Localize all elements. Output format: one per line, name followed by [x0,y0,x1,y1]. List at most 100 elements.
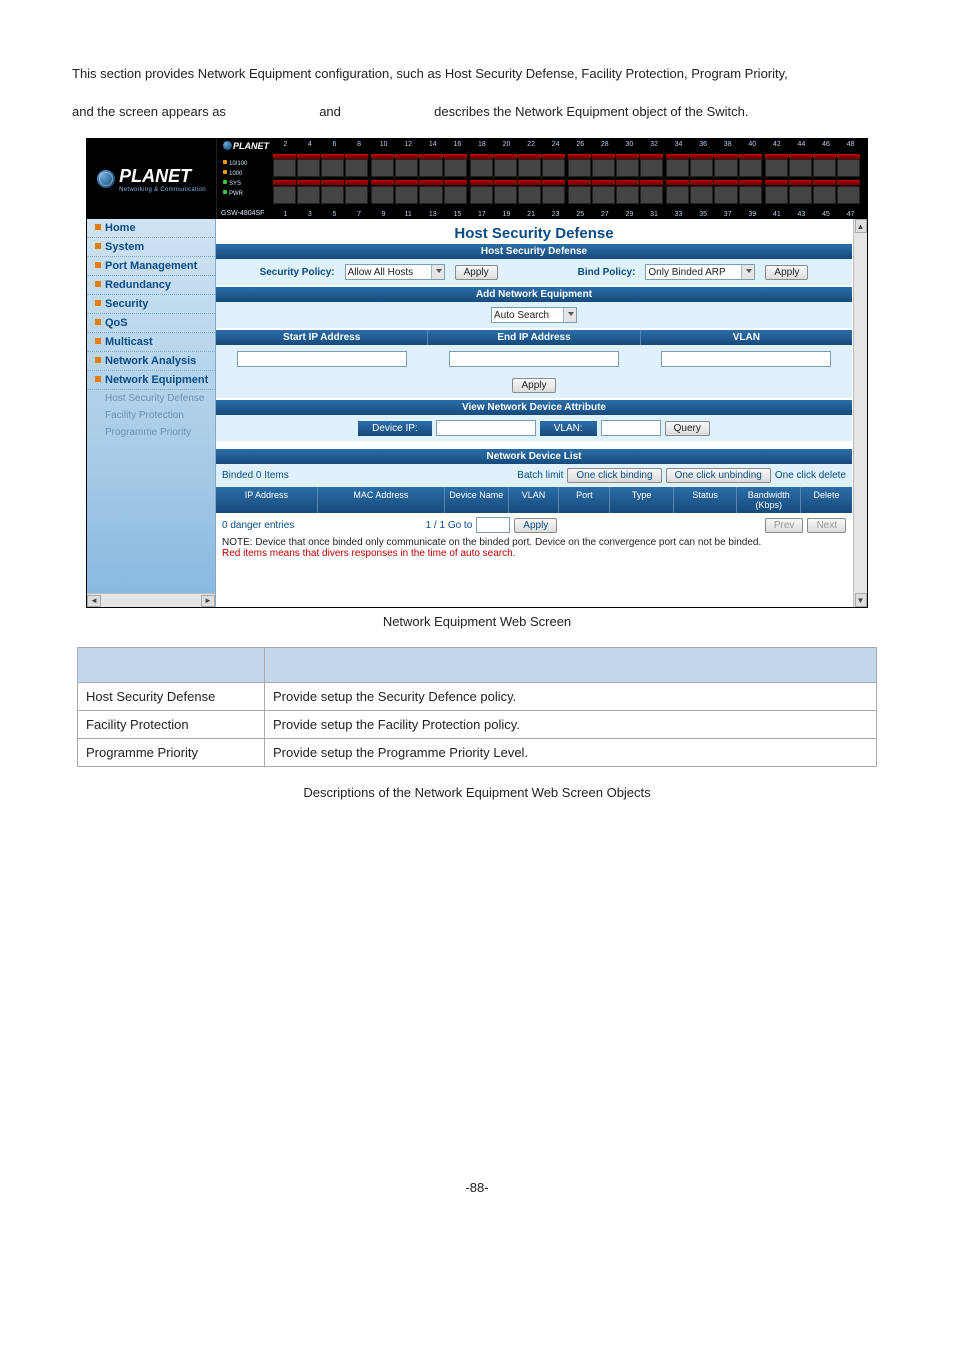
sidebar-item[interactable]: Network Equipment [87,371,215,390]
port-jack[interactable] [765,153,788,178]
port-jack[interactable] [666,153,689,178]
port-jack[interactable] [470,180,493,205]
sidebar-item[interactable]: Port Management [87,257,215,276]
start-ip-input[interactable] [237,351,407,367]
port-jack[interactable] [321,153,344,178]
apply-button[interactable]: Apply [514,518,557,533]
port-jack[interactable] [371,153,394,178]
port-jack[interactable] [444,153,467,178]
sidebar-item[interactable]: System [87,238,215,257]
port-jack[interactable] [666,180,689,205]
port-jack[interactable] [494,153,517,178]
sidebar-item[interactable]: Multicast [87,333,215,352]
port-jack[interactable] [837,153,860,178]
port-jack[interactable] [419,180,442,205]
note-line-1: NOTE: Device that once binded only commu… [216,537,852,548]
port-jack[interactable] [494,180,517,205]
port-jack[interactable] [371,180,394,205]
scroll-left-icon[interactable]: ◄ [87,595,101,607]
port-jack[interactable] [640,180,663,205]
port-jack[interactable] [568,180,591,205]
batch-limit-link[interactable]: Batch limit [517,470,563,481]
vlan-query-input[interactable] [601,420,661,436]
port-jack[interactable] [739,153,762,178]
port-jack[interactable] [789,180,812,205]
security-policy-select[interactable]: Allow All Hosts [345,264,445,280]
port-jack[interactable] [690,153,713,178]
sidebar-item[interactable]: Security [87,295,215,314]
scroll-up-icon[interactable]: ▲ [855,219,867,233]
port-jack[interactable] [765,180,788,205]
port-jack[interactable] [345,180,368,205]
sidebar-item-label: Security [105,298,148,310]
horizontal-scrollbar[interactable]: ◄ ► [87,593,215,607]
auto-search-select[interactable]: Auto Search [491,307,577,323]
sidebar-item-label: Port Management [105,260,197,272]
network-device-list-bar: Network Device List [216,449,852,464]
port-jack[interactable] [714,153,737,178]
vlan-input[interactable] [661,351,831,367]
sidebar-subitem[interactable]: Facility Protection [87,407,215,424]
page-number: -88- [72,1180,882,1195]
apply-button[interactable]: Apply [455,265,498,280]
apply-button[interactable]: Apply [512,378,555,393]
port-jack[interactable] [739,180,762,205]
port-jack[interactable] [518,153,541,178]
port-jack[interactable] [568,153,591,178]
port-jack[interactable] [592,153,615,178]
one-click-delete-link[interactable]: One click delete [775,470,846,481]
description-cell: Provide setup the Facility Protection po… [265,711,877,739]
table-header-desc [265,648,877,683]
view-attribute-bar: View Network Device Attribute [216,400,852,415]
query-button[interactable]: Query [665,421,710,436]
port-jack[interactable] [714,180,737,205]
port-jack[interactable] [444,180,467,205]
port-jack[interactable] [813,180,836,205]
port-jack[interactable] [273,180,296,205]
port-jack[interactable] [395,180,418,205]
sidebar-item[interactable]: Redundancy [87,276,215,295]
port-jack[interactable] [470,153,493,178]
port-jack[interactable] [789,153,812,178]
port-jack[interactable] [395,153,418,178]
next-button[interactable]: Next [807,518,846,533]
sidebar-item[interactable]: Network Analysis [87,352,215,371]
port-jack[interactable] [297,180,320,205]
bind-policy-select[interactable]: Only Binded ARP [645,264,755,280]
port-jack[interactable] [345,153,368,178]
scroll-right-icon[interactable]: ► [201,595,215,607]
sidebar-subitem[interactable]: Programme Priority [87,424,215,441]
goto-label: 1 / 1 Go to [426,520,473,531]
port-jack[interactable] [321,180,344,205]
vertical-scrollbar[interactable]: ▲ ▼ [853,219,867,607]
port-jack[interactable] [419,153,442,178]
port-jack[interactable] [837,180,860,205]
sidebar-item[interactable]: Home [87,219,215,238]
sidebar-item-label: Multicast [105,336,153,348]
port-jack[interactable] [690,180,713,205]
port-jack[interactable] [542,180,565,205]
one-click-binding-button[interactable]: One click binding [567,468,661,483]
port-jack[interactable] [813,153,836,178]
port-jack[interactable] [616,180,639,205]
port-jack[interactable] [273,153,296,178]
port-jack[interactable] [518,180,541,205]
port-jack[interactable] [616,153,639,178]
goto-input[interactable] [476,517,510,533]
sidebar-subitem[interactable]: Host Security Defense [87,390,215,407]
scroll-down-icon[interactable]: ▼ [855,593,867,607]
port-jack[interactable] [640,153,663,178]
start-ip-header: Start IP Address [216,330,428,345]
apply-button[interactable]: Apply [765,265,808,280]
bullet-icon [95,338,101,344]
port-jack[interactable] [592,180,615,205]
prev-button[interactable]: Prev [765,518,804,533]
device-ip-input[interactable] [436,420,536,436]
end-ip-input[interactable] [449,351,619,367]
port-jack[interactable] [297,153,320,178]
object-cell: Facility Protection [78,711,265,739]
one-click-unbinding-button[interactable]: One click unbinding [666,468,771,483]
status-leds: 10/100 1000 SYS PWR [223,159,247,199]
port-jack[interactable] [542,153,565,178]
sidebar-item[interactable]: QoS [87,314,215,333]
